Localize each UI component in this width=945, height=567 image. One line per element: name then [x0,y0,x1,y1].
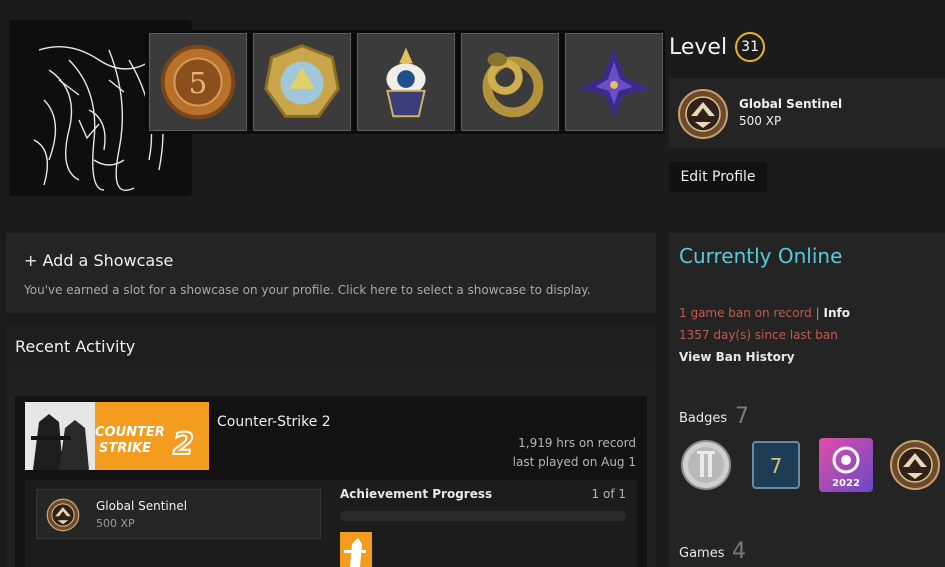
favorite-badge[interactable]: Global Sentinel 500 XP [669,78,945,148]
game-capsule-image[interactable]: COUNTER STRIKE 2 [25,402,209,470]
steam-2022-badge-icon[interactable]: 2022 [819,438,873,492]
games-count[interactable]: 4 [732,539,746,564]
achievement-count: 1 of 1 [591,487,626,501]
showcase-slot[interactable]: 5 [149,33,247,131]
golden-snake-coin-icon [482,52,544,118]
add-showcase-description: You've earned a slot for a showcase on y… [24,283,591,297]
badges-count[interactable]: 7 [735,404,749,429]
game-badge-name: Global Sentinel [96,499,188,513]
game-details: Global Sentinel 500 XP Achievement Progr… [25,480,637,567]
featured-items-strip: 5 [145,30,665,134]
recent-activity-title: Recent Activity [15,337,136,356]
ban-status: 1 game ban on record | Info [679,306,850,320]
showcase-slot[interactable] [357,33,455,131]
badges-label[interactable]: Badges [679,411,727,426]
pillar-coin-icon[interactable] [680,439,732,491]
achievement-progress-title[interactable]: Achievement Progress [340,487,492,501]
recent-game-card: COUNTER STRIKE 2 Counter-Strike 2 1,919 … [15,396,647,567]
favorite-badge-name: Global Sentinel [739,97,843,111]
showcase-slot[interactable] [461,33,559,131]
svg-text:2022: 2022 [832,478,860,489]
ban-count-text: 1 game ban on record [679,306,812,320]
number-seven-badge-icon[interactable]: 7 [750,439,802,491]
svg-text:STRIKE: STRIKE [99,441,151,456]
level-badge[interactable]: 31 [735,32,766,62]
ban-separator: | [815,306,820,320]
achievement-progress-fill [340,511,626,521]
add-showcase-title[interactable]: + Add a Showcase [24,251,173,270]
game-name[interactable]: Counter-Strike 2 [217,414,331,430]
cupcake-pin-icon [386,47,426,118]
profile-sidebar: Currently Online 1 game ban on record | … [669,233,945,567]
favorite-badge-xp: 500 XP [739,114,782,128]
recent-activity-panel: Recent Activity COUNTER STRIKE 2 Counter… [6,326,656,567]
recent-activity-header: Recent Activity [6,326,656,366]
profile-level: Level 31 [669,32,766,62]
global-sentinel-badge-icon [46,498,80,532]
showcase-slot[interactable] [565,33,663,131]
add-showcase-panel[interactable]: + Add a Showcase You've earned a slot fo… [6,233,656,313]
ban-info-link[interactable]: Info [824,306,850,320]
five-year-veteran-coin-icon: 5 [160,44,236,120]
game-badge-xp: 500 XP [96,517,135,530]
game-last-played: last played on Aug 1 [512,455,636,469]
level-label: Level [669,34,728,60]
game-badge[interactable]: Global Sentinel 500 XP [36,489,321,539]
showcase-slot[interactable] [253,33,351,131]
svg-text:7: 7 [770,454,783,478]
svg-text:5: 5 [189,66,208,100]
purple-flower-pin-icon [577,47,651,119]
online-status: Currently Online [679,244,843,268]
achievement-progress-bar [340,511,626,521]
global-sentinel-badge-icon[interactable] [889,439,941,491]
games-label[interactable]: Games [679,546,724,561]
global-sentinel-badge-icon [678,89,728,139]
game-hours: 1,919 hrs on record [518,436,636,450]
svg-text:2: 2 [173,427,194,462]
service-medal-2022-icon [264,44,340,118]
edit-profile-button[interactable]: Edit Profile [669,162,767,192]
view-ban-history-link[interactable]: View Ban History [679,350,795,364]
ban-days-text: 1357 day(s) since last ban [679,328,838,342]
achievement-icon[interactable] [340,532,372,567]
svg-text:COUNTER: COUNTER [95,425,165,440]
